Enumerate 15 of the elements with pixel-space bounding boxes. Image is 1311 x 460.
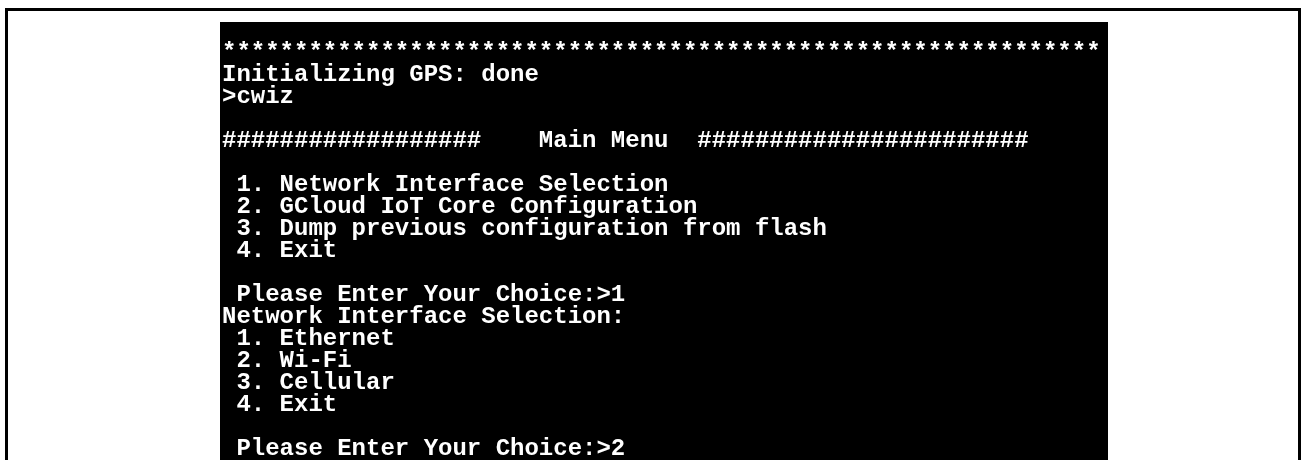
terminal-line: 3. Dump previous configuration from flash: [235, 218, 827, 240]
terminal-line: Please Enter Your Choice:>1: [236, 284, 626, 306]
terminal-line: 1. Network Interface Selection: [235, 174, 669, 196]
terminal-line: *************************************************************: [222, 42, 1101, 64]
terminal-line: 4. Exit: [235, 240, 338, 262]
terminal-line: >cwiz: [222, 86, 294, 108]
terminal-line: Please Enter Your Choice:>2: [235, 438, 626, 460]
terminal-line: 1. Ethernet: [235, 328, 395, 350]
terminal-line: 2. GCloud IoT Core Configuration: [235, 196, 698, 218]
terminal-line: Network Interface Selection:: [222, 306, 626, 328]
terminal-line: 3. Cellular: [235, 372, 395, 394]
terminal-line: ################## Main Menu #######################: [222, 130, 1029, 152]
terminal-line: Initializing GPS: done: [222, 64, 539, 86]
terminal-line: 2. Wi-Fi: [235, 350, 352, 372]
terminal-line: 4. Exit: [235, 394, 338, 416]
